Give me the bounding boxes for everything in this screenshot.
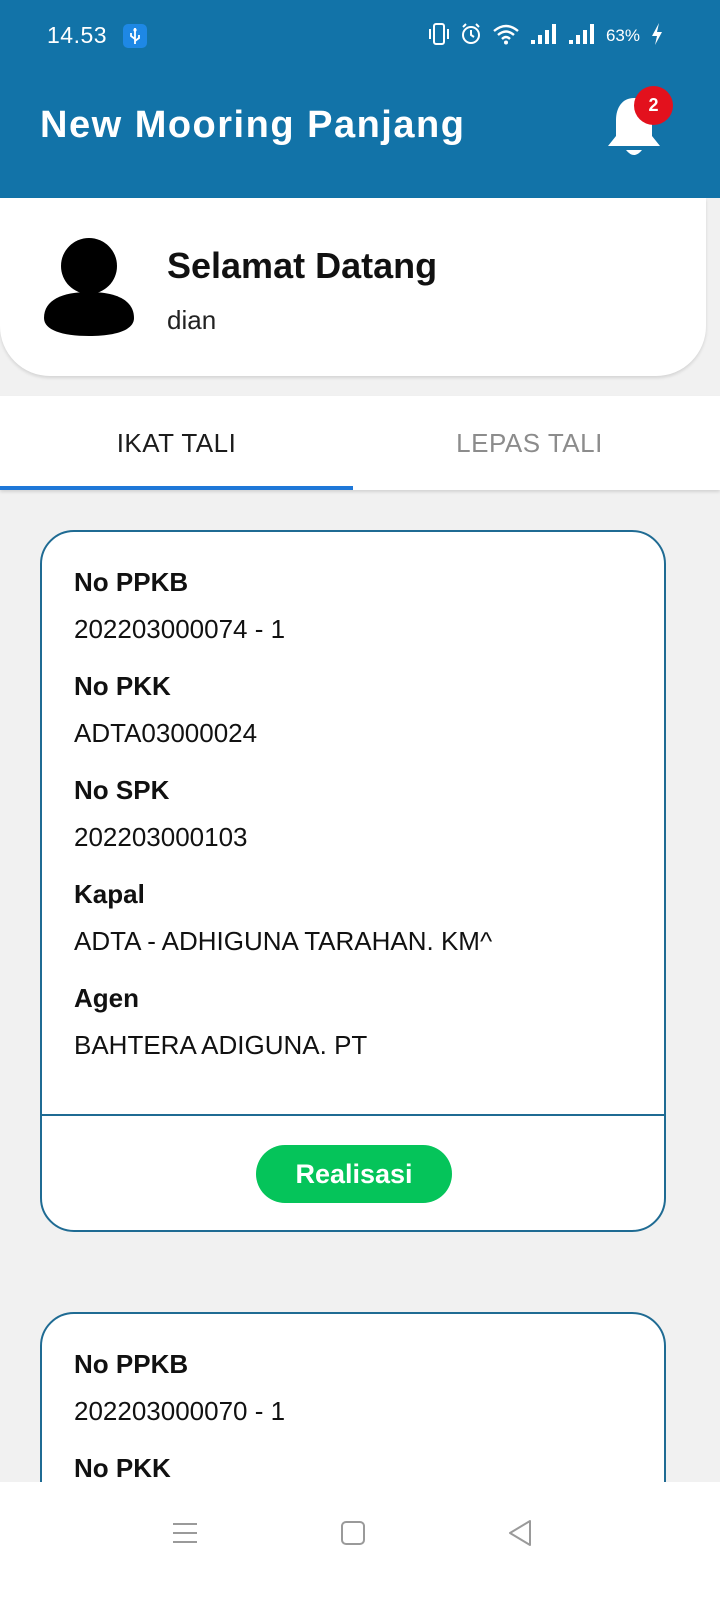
- field-label: Agen: [74, 983, 139, 1013]
- field-value: BAHTERA ADIGUNA. PT: [74, 1030, 368, 1060]
- field-value: 202203000074 - 1: [74, 614, 286, 644]
- tab-ikat-tali[interactable]: IKAT TALI: [0, 396, 353, 490]
- field-label: No SPK: [74, 775, 170, 805]
- charging-icon: [650, 22, 664, 51]
- tab-lepas-tali[interactable]: LEPAS TALI: [353, 396, 706, 490]
- battery-percent: 63%: [605, 26, 640, 45]
- home-icon[interactable]: [328, 1508, 378, 1558]
- usb-icon: [123, 24, 147, 48]
- welcome-title: Selamat Datang: [167, 245, 438, 286]
- card-divider: [42, 1114, 664, 1116]
- status-time: 14.53: [47, 22, 108, 48]
- system-nav-bar: [0, 1482, 720, 1600]
- signal-icon: [568, 23, 596, 50]
- field-label: Kapal: [74, 879, 145, 909]
- realisasi-button[interactable]: Realisasi: [256, 1145, 452, 1203]
- username: dian: [167, 305, 217, 335]
- vibrate-icon: [428, 22, 450, 51]
- tab-bar: IKAT TALI LEPAS TALI: [0, 396, 720, 490]
- field-label: No PPKB: [74, 1349, 189, 1379]
- status-bar: 14.53 63%: [0, 0, 720, 72]
- welcome-card: Selamat Datang dian: [0, 198, 706, 376]
- field-value: ADTA - ADHIGUNA TARAHAN. KM^: [74, 926, 493, 956]
- status-icons: 63%: [428, 22, 664, 50]
- field-value: 202203000103: [74, 822, 248, 852]
- field-label: No PKK: [74, 1453, 171, 1483]
- mooring-card: No PPKB 202203000074 - 1 No PKK ADTA0300…: [40, 530, 666, 1232]
- active-tab-indicator: [0, 486, 353, 490]
- field-value: ADTA03000024: [74, 718, 258, 748]
- app-header: 14.53 63% New Mooring Panjang 2: [0, 0, 720, 198]
- field-label: No PKK: [74, 671, 171, 701]
- avatar-icon: [44, 238, 134, 336]
- app-title: New Mooring Panjang: [40, 104, 466, 146]
- menu-icon[interactable]: [160, 1508, 210, 1558]
- field-value: 202203000070 - 1: [74, 1396, 286, 1426]
- notification-count-badge[interactable]: 2: [634, 86, 673, 125]
- alarm-icon: [460, 22, 482, 51]
- back-icon[interactable]: [495, 1508, 545, 1558]
- signal-icon: [530, 23, 558, 50]
- field-label: No PPKB: [74, 567, 189, 597]
- wifi-icon: [492, 23, 520, 50]
